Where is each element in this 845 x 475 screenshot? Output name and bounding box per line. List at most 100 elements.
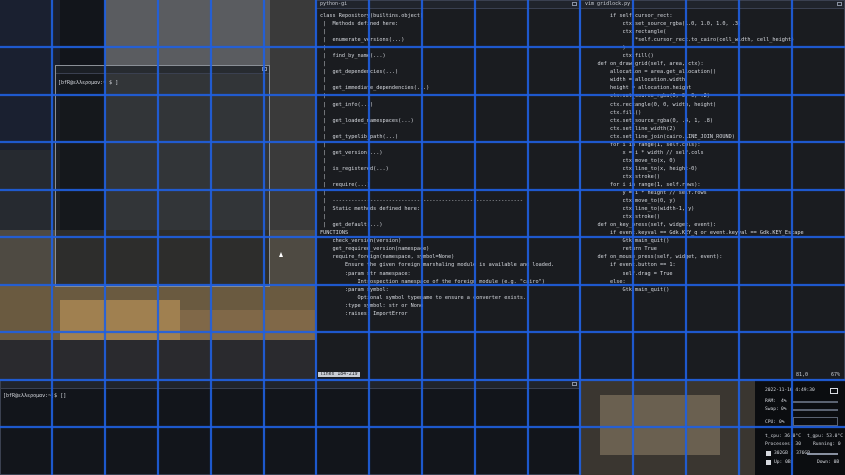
close-icon[interactable] [572, 382, 577, 386]
network-icon [766, 460, 771, 465]
cpu-temp: t_cpu: 36.0°C [765, 434, 801, 439]
vim-code-line: ctx.stroke() [585, 173, 660, 180]
vim-titlebar[interactable]: vim gridlock.py [581, 1, 844, 9]
gpu-temp: t_gpu: 53.0°C [807, 434, 843, 439]
python-help-line: :param symbol: [320, 286, 389, 293]
vim-code-line: return True [585, 246, 657, 253]
python-help-line: Optional symbol typename to ensure a con… [320, 294, 527, 301]
system-monitor: 2022-11-16 4:49:30 RAM: 4% Swap: 0% CPU:… [755, 380, 845, 475]
python-help-line: | [320, 173, 327, 180]
vim-code-line: def on_draw_grid(self, area, ctx): [585, 61, 704, 68]
python-help-line: :raises: ImportError [320, 310, 408, 317]
sysmon-datetime: 2022-11-16 4:49:30 [765, 388, 815, 393]
vim-code-line: def on_mouse_press(self, widget, event): [585, 254, 723, 261]
vim-status-position: 81,0 [795, 372, 808, 378]
python-help-line: | --------------------------------------… [320, 198, 524, 205]
vim-editor-buffer[interactable]: if self.cursor_rect: ctx.set_source_rgba… [581, 9, 844, 294]
swap-value: 0% [781, 407, 787, 412]
vim-window[interactable]: vim gridlock.py if self.cursor_rect: ctx… [580, 0, 845, 380]
floating-terminal-titlebar[interactable] [56, 66, 269, 74]
vim-code-line: ctx.set_source_rgba(0, .4, 1, .8) [585, 117, 714, 124]
python-help-line: | Methods defined here: [320, 21, 399, 28]
python-help-line: | Static methods defined here: [320, 206, 420, 213]
close-icon[interactable] [262, 67, 267, 71]
python-help-line: | [320, 61, 327, 68]
net-up: Up: 0B [774, 460, 791, 465]
vim-code-line: width = allocation.width [585, 77, 685, 84]
swap-bar [793, 409, 838, 411]
vim-code-line: if event.button == 1: [585, 262, 676, 269]
bottom-terminal-titlebar[interactable] [1, 381, 579, 389]
python-help-line: get_required_version(namespace) [320, 246, 430, 253]
vim-code-line: allocation = area.get_allocation() [585, 69, 717, 76]
python-help-line: | get_version(...) [320, 149, 383, 156]
vim-code-line: ctx.rectangle(0, 0, width, height) [585, 101, 717, 108]
vim-code-line: Gtk.main_quit() [585, 286, 670, 293]
vim-code-line: ctx.set_line_join(cairo.LINE_JOIN_ROUND) [585, 133, 735, 140]
python-help-titlebar[interactable]: python-gi [316, 1, 579, 9]
vim-status-bar: 81,0 67% [581, 370, 844, 379]
disk-usage: 302GB / 376GB [774, 451, 810, 456]
python-help-line: :type symbol: str or None [320, 302, 424, 309]
python-help-text[interactable]: class Repository(builtins.object) | Meth… [316, 9, 579, 318]
vim-code-line: ctx.line_to(x, height-0) [585, 165, 698, 172]
vim-code-line: ) [585, 45, 626, 52]
pager-status: lines 184-219 [318, 372, 360, 377]
vim-code-line: else: [585, 278, 626, 285]
swap-label: Swap: [765, 407, 779, 412]
python-help-line: | get_loaded_namespaces(...) [320, 117, 414, 124]
close-icon[interactable] [572, 2, 577, 6]
python-help-line: :param str namespace: [320, 270, 411, 277]
vim-title: vim gridlock.py [585, 1, 631, 7]
python-help-line: | is_registered(...) [320, 165, 389, 172]
vim-code-line: x = i * width // self.cols [585, 149, 704, 156]
python-help-line: | [320, 214, 327, 221]
vim-code-line: for i in range(1, self.rows): [585, 181, 701, 188]
vim-status-percent: 67% [830, 372, 840, 378]
vim-code-line: self.drag = True [585, 270, 673, 277]
python-help-line: | [320, 141, 327, 148]
disk-icon [766, 451, 771, 456]
vim-code-line: for i in range(1, self.cols): [585, 141, 701, 148]
python-help-line: | [320, 45, 327, 52]
cpu-value: 0% [779, 420, 785, 425]
ram-value: 4% [781, 399, 787, 404]
bottom-terminal-prompt[interactable]: [bfR@ελλερομαν:~]$ [] [1, 389, 579, 399]
python-help-line: FUNCTIONS [320, 230, 349, 237]
python-help-line: class Repository(builtins.object) [320, 13, 424, 19]
python-help-line: | get_default(...) [320, 222, 383, 229]
vim-code-line: ctx.set_source_rgba(0, 0, 0, .2) [585, 93, 710, 100]
python-help-line: check_version(version) [320, 238, 402, 245]
vim-code-line: Gtk.main_quit() [585, 238, 670, 245]
ram-label: RAM: [765, 399, 777, 404]
cpu-label: CPU: [765, 420, 777, 425]
python-help-line: | [320, 77, 327, 84]
floating-terminal[interactable]: [bfR@ελλερομαν:~ $ ] [55, 65, 270, 287]
mouse-pointer-icon [279, 252, 283, 257]
python-help-window[interactable]: python-gi class Repository(builtins.obje… [315, 0, 580, 380]
python-help-line: | [320, 125, 327, 132]
python-help-line: | get_immediate_dependencies(...) [320, 85, 430, 92]
terminal-prompt[interactable]: [bfR@ελλερομαν:~ $ ] [56, 74, 269, 86]
python-help-line: Introspection namespace of the foreign m… [320, 278, 545, 285]
python-help-line: | get_dependencies(...) [320, 69, 399, 76]
vim-code-line: y = i * height // self.rows [585, 190, 707, 197]
display-icon [830, 388, 838, 394]
vim-code-line: ctx.fill() [585, 53, 654, 60]
python-help-line: | [320, 93, 327, 100]
processes-count: Processes: 30 [765, 442, 801, 447]
vim-code-line: height = allocation.height [585, 85, 692, 92]
running-count: Running: 0 [813, 442, 841, 447]
vim-code-line: ctx.rectangle( [585, 29, 667, 36]
python-help-line: | find_by_name(...) [320, 53, 386, 60]
vim-code-line: if event.keyval == Gdk.KEY_q or event.ke… [585, 230, 804, 237]
bottom-terminal[interactable]: [bfR@ελλερομαν:~]$ [] [0, 380, 580, 475]
vim-code-line: ctx.fill() [585, 109, 642, 116]
vim-code-line: def on_key_press(self, widget, event): [585, 222, 717, 229]
vim-code-line: *self.cursor_rect.to_cairo(cell_width, c… [585, 37, 795, 44]
python-help-line: | enumerate_versions(...) [320, 37, 405, 44]
close-icon[interactable] [837, 2, 842, 6]
vim-code-line: ctx.line_to(width-1, y) [585, 206, 695, 213]
python-help-line: | require(...) [320, 181, 370, 188]
python-help-line: | [320, 157, 327, 164]
